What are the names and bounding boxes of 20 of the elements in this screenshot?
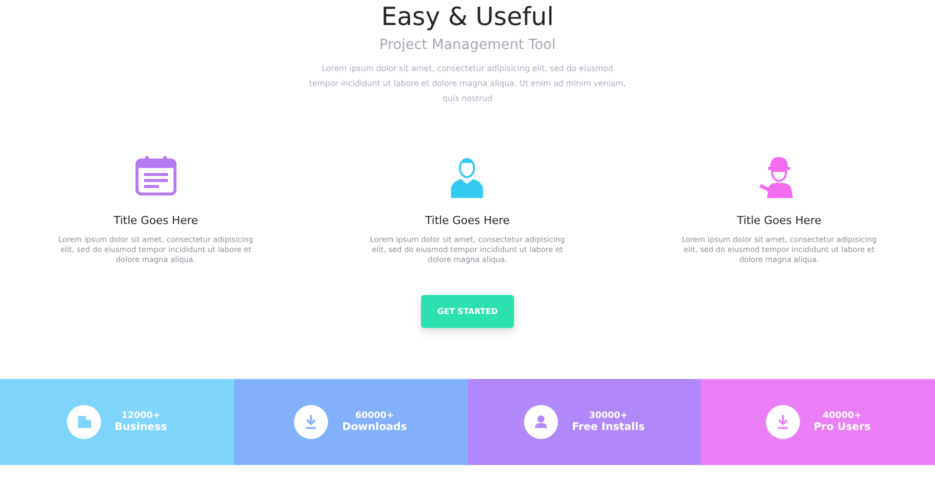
- feature-title: Title Goes Here: [736, 214, 822, 227]
- stat-count: 12000+: [121, 411, 160, 421]
- stat-label: Business: [114, 421, 168, 433]
- stat-label: Downloads: [342, 421, 408, 433]
- page-title: Easy & Useful: [381, 2, 554, 31]
- feature-title: Title Goes Here: [114, 214, 198, 227]
- download-icon: [294, 405, 328, 439]
- stat-label: Free Installs: [572, 421, 645, 433]
- stat-label: Pro Users: [814, 421, 871, 433]
- download-icon: [766, 405, 800, 439]
- stat-count: 60000+: [355, 411, 394, 421]
- user-icon: [524, 405, 558, 439]
- building-icon: [66, 405, 101, 439]
- calendar-icon: [134, 154, 178, 198]
- feature-title: Title Goes Here: [425, 214, 510, 227]
- get-started-button[interactable]: GET STARTED: [421, 295, 514, 328]
- stat-count: 30000+: [588, 411, 628, 421]
- stat-count: 40000+: [822, 411, 862, 421]
- page-subtitle: Project Management Tool: [379, 37, 556, 53]
- intro-text: Lorem ipsum dolor sit amet, consectetur adipisicing elit, sed do eiusmod tempor incididunt ut labore et dolore magna aliqua. Ut enim ad minim veniam, quis nostrud: [308, 63, 627, 105]
